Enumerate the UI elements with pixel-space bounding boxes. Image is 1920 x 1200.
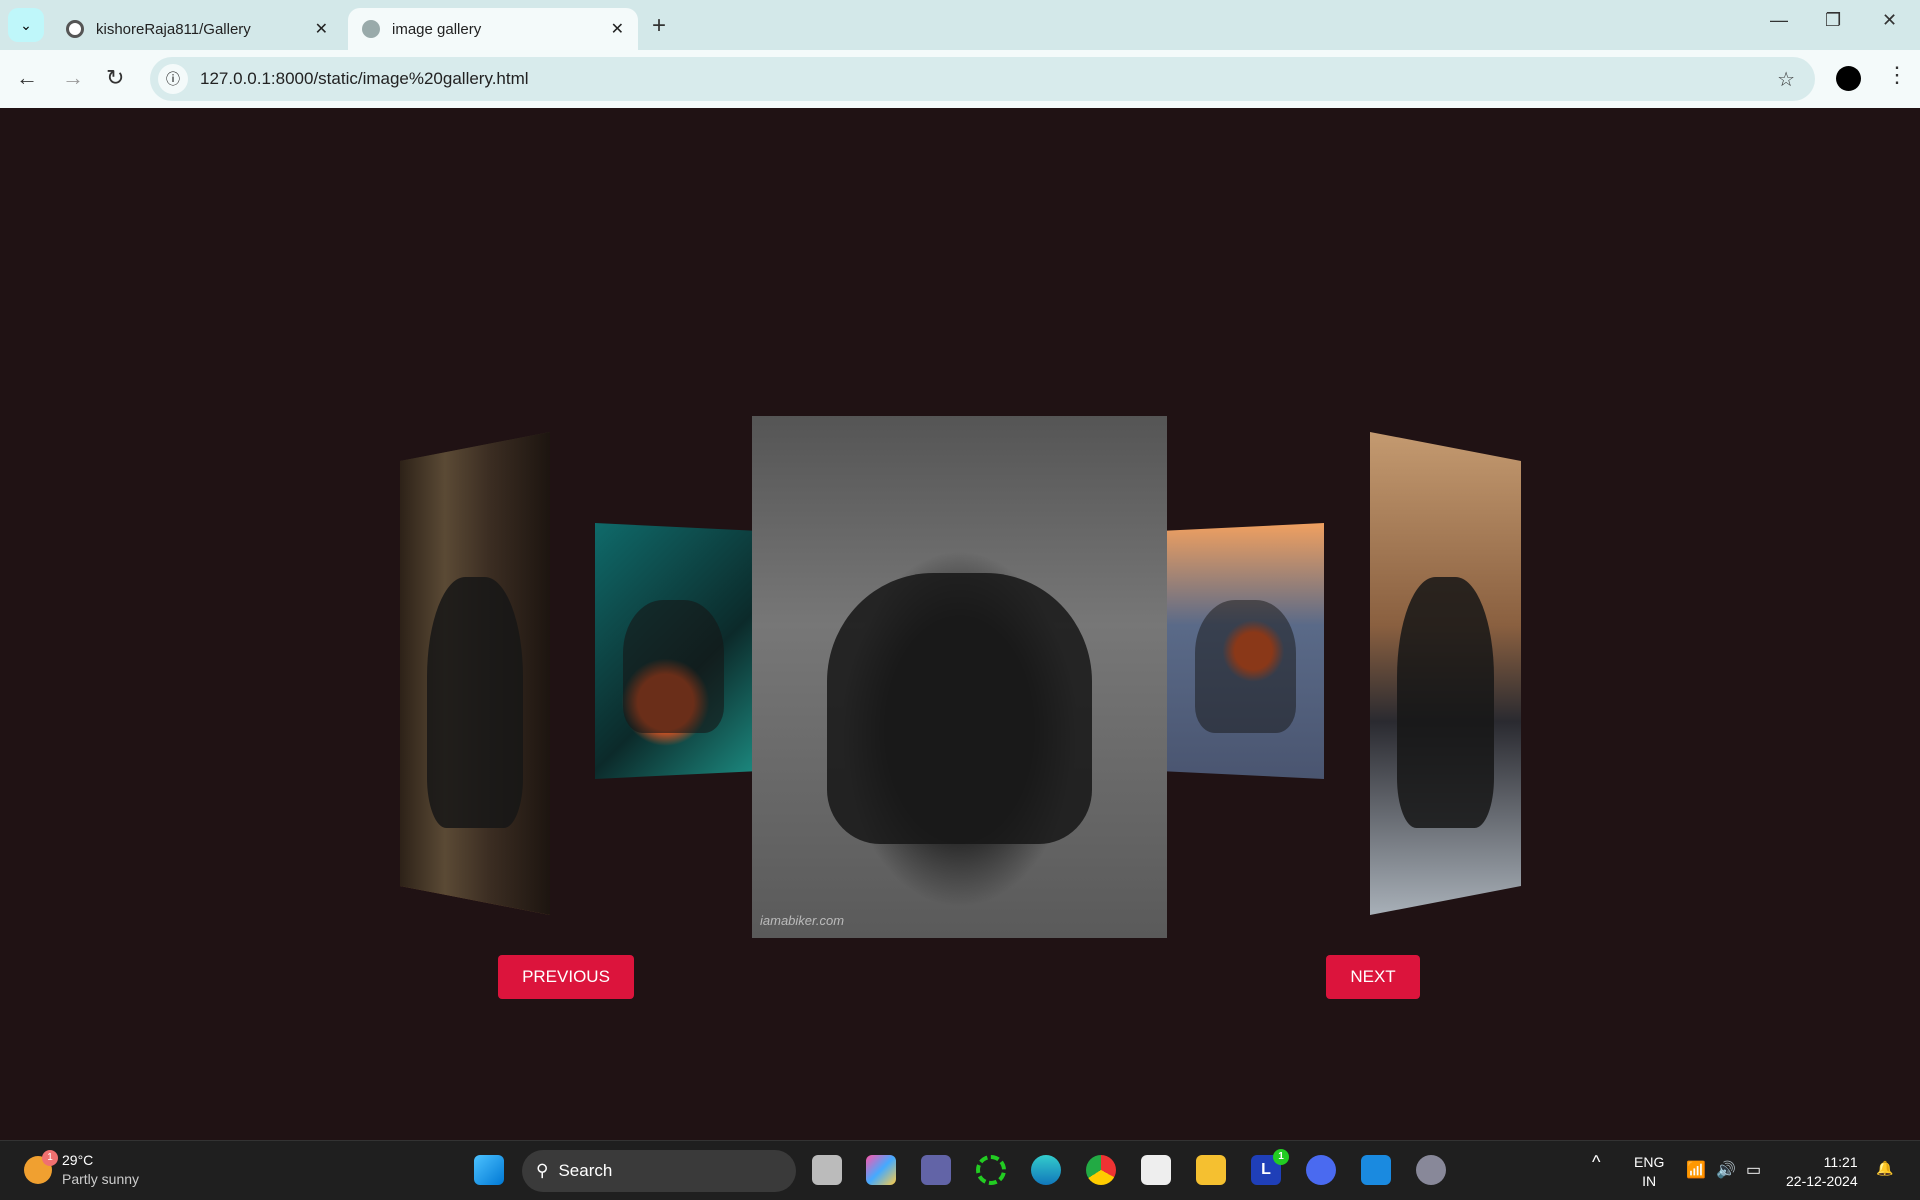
site-info-icon[interactable]: ⓘ bbox=[158, 64, 188, 94]
time-text: 11:21 bbox=[1823, 1154, 1858, 1170]
gallery-image-far-left[interactable] bbox=[400, 432, 550, 915]
l-app-badge: 1 bbox=[1273, 1149, 1289, 1165]
teams-icon[interactable] bbox=[921, 1155, 951, 1185]
search-label: Search bbox=[558, 1161, 613, 1180]
gallery-image-far-right[interactable] bbox=[1370, 432, 1521, 915]
url-text[interactable]: 127.0.0.1:8000/static/image%20gallery.ht… bbox=[200, 69, 529, 89]
tab-github[interactable]: kishoreRaja811/Gallery ✕ bbox=[52, 8, 342, 50]
tab-title: image gallery bbox=[392, 20, 482, 38]
volume-icon[interactable]: 🔊 bbox=[1716, 1161, 1736, 1180]
reload-button[interactable]: ↻ bbox=[106, 65, 124, 91]
weather-temp: 29°C bbox=[62, 1152, 94, 1168]
next-button[interactable]: NEXT bbox=[1326, 955, 1420, 999]
motorcycle-image bbox=[427, 576, 523, 829]
close-window-button[interactable]: ✕ bbox=[1882, 10, 1897, 31]
close-tab-icon[interactable]: ✕ bbox=[611, 19, 624, 39]
browser-menu-button[interactable]: ⋮ bbox=[1886, 62, 1908, 88]
language-indicator[interactable]: ENG IN bbox=[1634, 1153, 1664, 1191]
motorcycle-image bbox=[623, 599, 724, 733]
profile-avatar[interactable] bbox=[1836, 66, 1861, 91]
close-tab-icon[interactable]: ✕ bbox=[315, 19, 328, 39]
minimize-button[interactable]: — bbox=[1770, 10, 1788, 31]
weather-icon: 1 bbox=[24, 1150, 58, 1184]
microsoft-store-icon[interactable] bbox=[1141, 1155, 1171, 1185]
tab-strip: ⌄ kishoreRaja811/Gallery ✕ image gallery… bbox=[0, 0, 1920, 50]
edge-icon[interactable] bbox=[1031, 1155, 1061, 1185]
date-text: 22-12-2024 bbox=[1786, 1173, 1858, 1189]
wifi-icon[interactable]: 📶 bbox=[1686, 1161, 1706, 1180]
github-icon bbox=[66, 20, 84, 38]
chevron-down-icon: ⌄ bbox=[20, 16, 32, 33]
weather-badge: 1 bbox=[42, 1150, 58, 1166]
gallery-image-left[interactable] bbox=[595, 523, 752, 779]
restore-button[interactable]: ❐ bbox=[1825, 10, 1841, 31]
region-text: IN bbox=[1642, 1173, 1657, 1189]
bookmark-star-icon[interactable]: ☆ bbox=[1777, 67, 1795, 92]
search-icon: ⚲ bbox=[536, 1161, 549, 1180]
lang-text: ENG bbox=[1634, 1154, 1665, 1170]
show-hidden-icons-chevron[interactable]: ^ bbox=[1592, 1153, 1600, 1172]
motorcycle-image bbox=[1397, 576, 1494, 829]
address-bar[interactable]: ⓘ 127.0.0.1:8000/static/image%20gallery.… bbox=[150, 57, 1815, 101]
settings-gear-icon[interactable] bbox=[1416, 1155, 1446, 1185]
clock[interactable]: 11:21 22-12-2024 bbox=[1786, 1153, 1858, 1191]
chrome-icon[interactable] bbox=[1086, 1155, 1116, 1185]
weather-desc: Partly sunny bbox=[62, 1171, 140, 1187]
windows-start-icon[interactable] bbox=[474, 1155, 504, 1185]
vscode-icon[interactable] bbox=[1361, 1155, 1391, 1185]
battery-icon[interactable]: ▭ bbox=[1746, 1161, 1761, 1180]
new-tab-button[interactable]: + bbox=[652, 12, 666, 40]
tab-title: kishoreRaja811/Gallery bbox=[96, 20, 251, 38]
image-watermark: iamabiker.com bbox=[760, 913, 845, 928]
globe-icon bbox=[362, 20, 380, 38]
notification-bell-icon[interactable]: 🔔 bbox=[1876, 1159, 1893, 1178]
taskbar: 1 29°C Partly sunny ⚲ Search L1 ^ ENG IN 📶… bbox=[0, 1140, 1920, 1200]
tab-search-button[interactable]: ⌄ bbox=[8, 8, 44, 42]
taskbar-search[interactable]: ⚲ Search bbox=[522, 1150, 796, 1192]
gallery-image-right[interactable] bbox=[1167, 523, 1324, 779]
motorcycle-image bbox=[826, 572, 1093, 845]
tab-image-gallery[interactable]: image gallery ✕ bbox=[348, 8, 638, 50]
weather-widget[interactable]: 1 29°C Partly sunny bbox=[24, 1150, 140, 1189]
forward-button[interactable]: → bbox=[62, 65, 84, 91]
back-button[interactable]: ← bbox=[16, 65, 38, 91]
copilot-icon[interactable] bbox=[866, 1155, 896, 1185]
file-explorer-icon[interactable] bbox=[1196, 1155, 1226, 1185]
l-app-icon[interactable]: L1 bbox=[1251, 1149, 1289, 1185]
gallery-image-center[interactable]: iamabiker.com bbox=[752, 416, 1167, 938]
arc-app-icon[interactable] bbox=[1306, 1155, 1336, 1185]
sync-app-icon[interactable] bbox=[976, 1155, 1006, 1185]
browser-toolbar: ← → ↻ ⓘ 127.0.0.1:8000/static/image%20ga… bbox=[0, 50, 1920, 108]
previous-button[interactable]: PREVIOUS bbox=[498, 955, 634, 999]
motorcycle-image bbox=[1195, 599, 1296, 733]
task-view-icon[interactable] bbox=[812, 1155, 842, 1185]
